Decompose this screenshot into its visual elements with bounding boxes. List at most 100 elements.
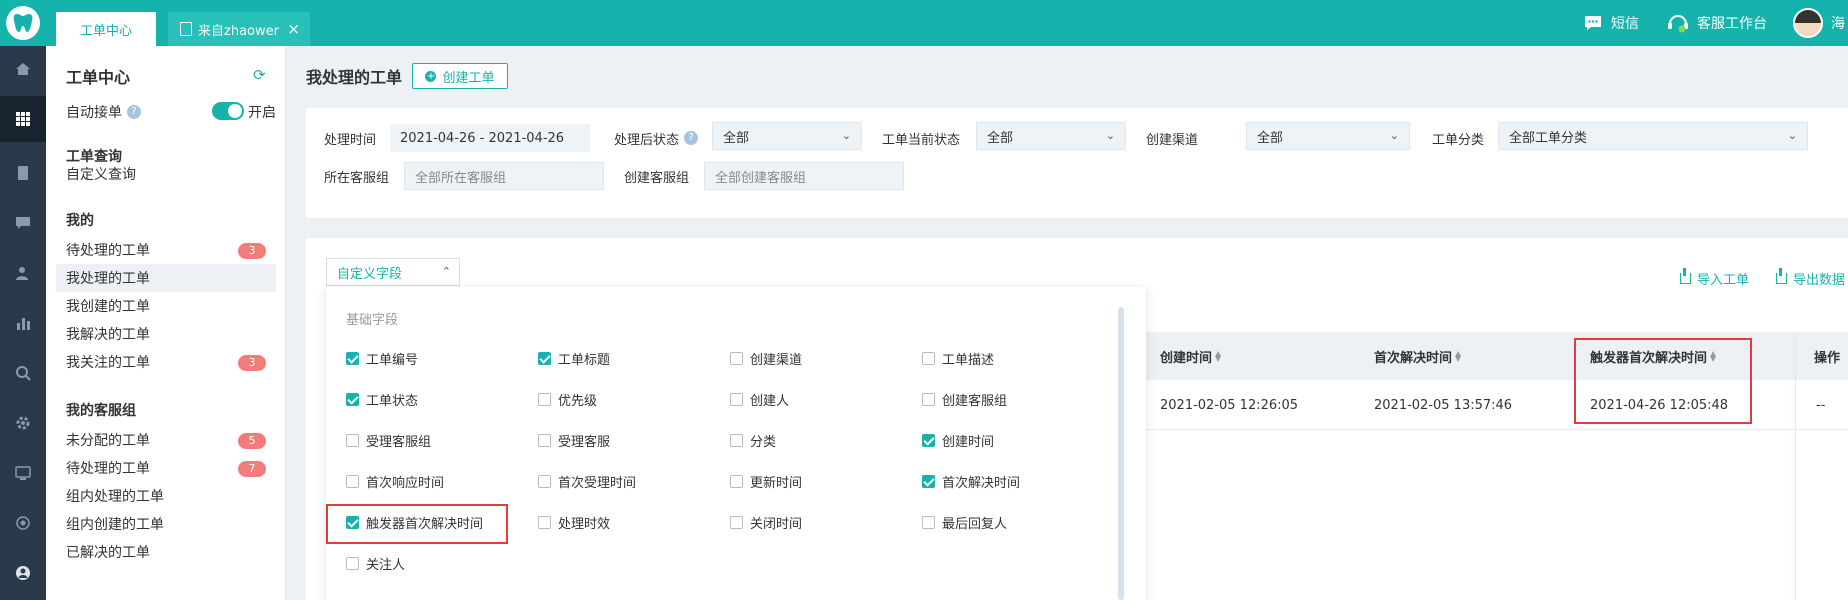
grid-icon[interactable] xyxy=(0,96,46,142)
checkbox-icon xyxy=(730,434,743,447)
sidebar-item-group-handled[interactable]: 组内处理的工单 xyxy=(56,482,276,510)
field-checkbox[interactable]: 受理客服组 xyxy=(346,431,431,450)
page-title: 我处理的工单 xyxy=(306,68,403,87)
sms-button[interactable]: 短信 xyxy=(1583,0,1639,46)
field-label: 受理客服组 xyxy=(366,435,432,450)
field-checkbox[interactable]: 优先级 xyxy=(538,390,597,409)
sidebar-title: 工单中心 xyxy=(66,68,131,87)
scrollbar[interactable] xyxy=(1118,307,1124,600)
create-ticket-button[interactable]: + 创建工单 xyxy=(412,63,508,89)
field-checkbox[interactable]: 最后回复人 xyxy=(922,513,1007,532)
group-input[interactable]: 全部所在客服组 xyxy=(404,162,604,190)
category-label: 工单分类 xyxy=(1432,132,1485,148)
field-checkbox[interactable]: 分类 xyxy=(730,431,776,450)
checkbox-icon xyxy=(730,475,743,488)
tab-label: 来自zhaower xyxy=(198,23,279,39)
field-label: 首次解决时间 xyxy=(942,476,1021,491)
field-checkbox[interactable]: 首次响应时间 xyxy=(346,472,444,491)
search-analytics-icon[interactable] xyxy=(0,350,46,396)
field-checkbox[interactable]: 处理时效 xyxy=(538,513,610,532)
field-label: 分类 xyxy=(750,435,777,450)
create-group-input[interactable]: 全部创建客服组 xyxy=(704,162,904,190)
field-label: 创建客服组 xyxy=(942,394,1008,409)
time-range-input[interactable]: 2021-04-26 - 2021-04-26 xyxy=(390,124,590,152)
workspace-button[interactable]: 客服工作台 xyxy=(1667,0,1767,46)
sidebar-item-unassigned[interactable]: 未分配的工单 5 xyxy=(56,426,276,454)
checkbox-icon xyxy=(730,393,743,406)
current-status-select[interactable]: 全部 ⌄ xyxy=(976,122,1126,150)
checkbox-checked-icon xyxy=(346,352,359,365)
chat-icon[interactable] xyxy=(0,200,46,246)
sidebar-item-group-created[interactable]: 组内创建的工单 xyxy=(56,510,276,538)
headset-icon xyxy=(1668,15,1688,33)
channel-select[interactable]: 全部 ⌄ xyxy=(1246,122,1410,150)
sidebar-item-handled[interactable]: 我处理的工单 xyxy=(56,264,276,292)
sidebar-item-resolved[interactable]: 我解决的工单 xyxy=(56,320,276,348)
globe-icon[interactable] xyxy=(0,500,46,546)
refresh-icon[interactable]: ⟳ xyxy=(253,66,266,84)
select-value: 全部 xyxy=(1257,130,1284,146)
field-checkbox[interactable]: 受理客服 xyxy=(538,431,610,450)
tab-label: 工单中心 xyxy=(79,23,132,39)
chart-icon[interactable] xyxy=(0,300,46,346)
tab-from-zhaower[interactable]: 来自zhaower × xyxy=(168,12,310,46)
home-icon[interactable] xyxy=(0,46,46,92)
sidebar-item-custom-query[interactable]: 自定义查询 xyxy=(56,160,276,188)
field-checkbox[interactable]: 创建人 xyxy=(730,390,789,409)
auto-accept-label: 自动接单 xyxy=(66,105,122,121)
count-badge: 3 xyxy=(238,243,266,259)
field-checkbox[interactable]: 首次受理时间 xyxy=(538,472,636,491)
column-header-first-resolved[interactable]: 首次解决时间 ▲ ▼ xyxy=(1374,332,1461,380)
monitor-icon[interactable] xyxy=(0,450,46,496)
tab-ticket-center[interactable]: 工单中心 xyxy=(56,12,156,46)
book-icon[interactable] xyxy=(0,150,46,196)
cell-actions[interactable]: -- xyxy=(1816,380,1825,430)
help-icon[interactable]: ? xyxy=(684,131,699,145)
account-icon[interactable] xyxy=(0,550,46,596)
category-select[interactable]: 全部工单分类 ⌄ xyxy=(1498,122,1808,150)
sidebar-item-pending[interactable]: 待处理的工单 3 xyxy=(56,236,276,264)
checkbox-icon xyxy=(922,393,935,406)
checkbox-checked-icon xyxy=(922,475,935,488)
tooth-logo-icon[interactable] xyxy=(6,6,40,40)
custom-fields-button[interactable]: 自定义字段 ⌃ xyxy=(326,258,460,286)
export-data-link[interactable]: 导出数据 xyxy=(1776,268,1845,288)
header-label: 首次解决时间 xyxy=(1374,350,1453,366)
auto-accept-toggle[interactable] xyxy=(212,102,244,120)
field-checkbox[interactable]: 工单编号 xyxy=(346,349,418,368)
sidebar-item-group-resolved[interactable]: 已解决的工单 xyxy=(56,538,276,566)
close-icon[interactable]: × xyxy=(287,20,300,38)
sidebar-item-label: 我关注的工单 xyxy=(66,355,150,371)
settings-icon[interactable] xyxy=(0,400,46,446)
field-checkbox[interactable]: 关闭时间 xyxy=(730,513,802,532)
field-checkbox[interactable]: 更新时间 xyxy=(730,472,802,491)
custom-fields-dropdown: 基础字段 工单编号 工单标题 创建渠道 工单描述 工单状态 优先级 创建人 创建… xyxy=(326,287,1146,600)
field-label: 工单标题 xyxy=(558,353,611,368)
chevron-up-icon: ⌃ xyxy=(441,265,451,278)
checkbox-icon xyxy=(346,557,359,570)
field-checkbox[interactable]: 工单标题 xyxy=(538,349,610,368)
checkbox-icon xyxy=(730,516,743,529)
workspace-label: 客服工作台 xyxy=(1697,16,1767,32)
contacts-icon[interactable] xyxy=(0,250,46,296)
sidebar-item-group-pending[interactable]: 待处理的工单 7 xyxy=(56,454,276,482)
column-header-created[interactable]: 创建时间 ▲ ▼ xyxy=(1160,332,1221,380)
sidebar-item-created[interactable]: 我创建的工单 xyxy=(56,292,276,320)
sidebar: 工单中心 ⟳ 自动接单 ? 开启 工单查询 自定义查询 我的 待处理的工单 3 … xyxy=(46,46,286,600)
checkbox-checked-icon xyxy=(346,393,359,406)
field-checkbox[interactable]: 创建渠道 xyxy=(730,349,802,368)
after-status-label: 处理后状态 ? xyxy=(614,128,699,148)
field-checkbox[interactable]: 工单状态 xyxy=(346,390,418,409)
sidebar-item-followed[interactable]: 我关注的工单 3 xyxy=(56,348,276,376)
field-checkbox[interactable]: 工单描述 xyxy=(922,349,994,368)
header-label: 创建时间 xyxy=(1160,350,1213,366)
import-tickets-link[interactable]: 导入工单 xyxy=(1680,268,1749,288)
help-icon[interactable]: ? xyxy=(127,105,141,119)
field-checkbox[interactable]: 创建时间 xyxy=(922,431,994,450)
field-checkbox[interactable]: 关注人 xyxy=(346,554,405,573)
field-checkbox[interactable]: 创建客服组 xyxy=(922,390,1007,409)
channel-label: 创建渠道 xyxy=(1146,132,1199,148)
field-checkbox[interactable]: 首次解决时间 xyxy=(922,472,1020,491)
after-status-select[interactable]: 全部 ⌄ xyxy=(712,122,862,150)
user-menu[interactable]: 海 xyxy=(1793,0,1845,46)
